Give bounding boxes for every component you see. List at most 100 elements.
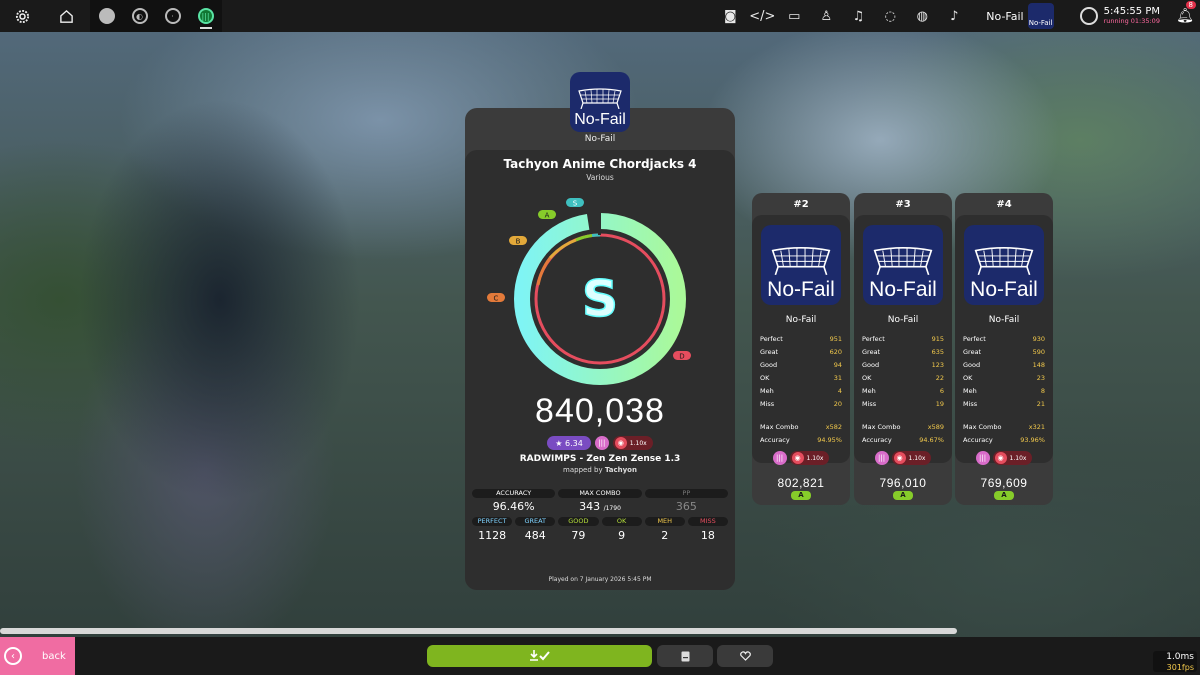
grade-marker-s: S bbox=[566, 198, 584, 208]
card-stat-label: Meh bbox=[862, 387, 876, 395]
code-icon: </> bbox=[749, 8, 776, 24]
settings-button[interactable] bbox=[0, 0, 44, 32]
rate-mod-badge[interactable]: ◉ 1.10x bbox=[612, 436, 653, 450]
leaderboard-card[interactable]: #2 No-Fail No-Fail Perfect 951 Great 620 G… bbox=[752, 193, 850, 505]
leaderboard-card[interactable]: #3 No-Fail No-Fail Perfect 915 Great 635 G… bbox=[854, 193, 952, 505]
card-stat-value: 94 bbox=[833, 361, 842, 369]
judge-label-ok: OK bbox=[601, 517, 642, 526]
dashboard-button[interactable]: ◍ bbox=[906, 0, 938, 32]
card-combo-label: Max Combo bbox=[760, 423, 799, 431]
mania-icon: ||| bbox=[775, 454, 784, 462]
card-stat-value: 148 bbox=[1032, 361, 1045, 369]
ruleset-mania-button[interactable]: ||| bbox=[189, 0, 222, 32]
card-stat-row: Meh 8 bbox=[963, 385, 1045, 398]
favourite-button[interactable] bbox=[717, 645, 773, 667]
card-combo-row: Max Combo x321 bbox=[963, 421, 1045, 434]
card-stat-row: Great 620 bbox=[760, 346, 842, 359]
grade-marker-c-text: C bbox=[494, 295, 499, 303]
now-playing-button[interactable]: ♪ bbox=[938, 0, 970, 32]
card-stat-row: Meh 6 bbox=[862, 385, 944, 398]
back-button[interactable]: ‹ back bbox=[0, 637, 75, 675]
card-score: 802,821 bbox=[777, 476, 825, 490]
max-combo-total: /1790 bbox=[603, 505, 621, 512]
song-title: Tachyon Anime Chordjacks 4 bbox=[503, 157, 697, 171]
judge-label-great: GREAT bbox=[515, 517, 556, 526]
active-mod-badge[interactable]: No-Fail bbox=[1027, 3, 1054, 29]
card-mod-label: No-Fail bbox=[970, 278, 1038, 301]
beatmap-listing-button[interactable]: ♫ bbox=[842, 0, 874, 32]
card-stat-label: Good bbox=[862, 361, 880, 369]
horizontal-scrollbar[interactable] bbox=[0, 628, 957, 634]
card-stat-value: 21 bbox=[1036, 400, 1045, 408]
news-button[interactable]: ◙ bbox=[714, 0, 746, 32]
judge-value-perfect: 1128 bbox=[478, 529, 507, 542]
rate-value: 1.10x bbox=[806, 454, 824, 462]
card-stat-row: Meh 4 bbox=[760, 385, 842, 398]
card-stat-label: Miss bbox=[862, 400, 877, 408]
card-stat-label: Great bbox=[963, 348, 982, 356]
rate-mod-badge: ◉ 1.10x bbox=[891, 451, 932, 465]
rate-icon: ◉ bbox=[614, 437, 627, 449]
card-grade-badge: A bbox=[893, 491, 913, 500]
card-combo-value: x582 bbox=[825, 423, 842, 431]
card-accuracy-row: Accuracy 94.95% bbox=[760, 434, 842, 447]
ruleset-taiko-button[interactable]: ◐ bbox=[123, 0, 156, 32]
rss-icon: ◙ bbox=[723, 8, 737, 24]
taiko-ruleset-icon: ◐ bbox=[131, 8, 148, 24]
mania-mod-badge: ||| bbox=[874, 451, 889, 465]
clock[interactable]: 5:45:55 PM running 01:35:09 bbox=[1079, 7, 1160, 25]
mapper-name[interactable]: Tachyon bbox=[605, 466, 637, 474]
download-replay-button[interactable] bbox=[427, 645, 652, 667]
card-stat-label: Meh bbox=[760, 387, 774, 395]
card-stat-label: OK bbox=[760, 374, 770, 382]
notification-count: 8 bbox=[1185, 1, 1196, 9]
card-stat-value: 635 bbox=[931, 348, 944, 356]
max-combo-label: MAX COMBO bbox=[558, 489, 642, 498]
mod-icon-large[interactable]: No-Fail bbox=[570, 72, 630, 132]
home-button[interactable] bbox=[44, 0, 88, 32]
ruleset-selector: ◐ · ||| bbox=[90, 0, 222, 32]
ruleset-catch-button[interactable]: · bbox=[156, 0, 189, 32]
toolbar-right: ◙ </> ▭ ♙ ♫ ◌ ◍ ♪ No-Fail No-Fail 5:45:5… bbox=[714, 0, 1200, 32]
beatmap-info-button[interactable] bbox=[657, 645, 713, 667]
toolbar: ◐ · ||| ◙ </> ▭ ♙ ♫ ◌ ◍ ♪ No-Fail No-Fai… bbox=[0, 0, 1200, 32]
notifications-button[interactable]: 🔔︎ 8 bbox=[1170, 1, 1200, 24]
net-icon bbox=[771, 247, 831, 275]
song-artist: Various bbox=[586, 173, 614, 182]
grade-marker-s-text: S bbox=[573, 200, 578, 208]
fps-value: 301fps bbox=[1166, 663, 1194, 672]
accuracy-label: ACCURACY bbox=[472, 489, 556, 498]
grade-marker-b: B bbox=[509, 236, 527, 246]
rate-mod-badge: ◉ 1.10x bbox=[789, 451, 830, 465]
rankings-button[interactable]: ♙ bbox=[810, 0, 842, 32]
mania-icon: ||| bbox=[598, 439, 606, 447]
wiki-button[interactable]: ▭ bbox=[778, 0, 810, 32]
card-stat-row: Miss 19 bbox=[862, 398, 944, 411]
leaderboard-card[interactable]: #4 No-Fail No-Fail Perfect 930 Great 590 G… bbox=[955, 193, 1053, 505]
ruleset-osu-button[interactable] bbox=[90, 0, 123, 32]
bell-icon: 🔔︎ bbox=[1176, 8, 1194, 24]
card-combo-label: Max Combo bbox=[862, 423, 901, 431]
mania-ruleset-icon: ||| bbox=[197, 8, 214, 24]
card-rank: #4 bbox=[996, 199, 1012, 210]
beatmap-name: RADWIMPS - Zen Zen Zense 1.3 bbox=[519, 454, 681, 464]
card-stat-label: Miss bbox=[963, 400, 978, 408]
card-accuracy-value: 94.95% bbox=[817, 436, 842, 444]
judge-value-ok: 9 bbox=[618, 529, 626, 542]
changelog-button[interactable]: </> bbox=[746, 0, 778, 32]
chat-icon: ◌ bbox=[884, 8, 896, 24]
card-accuracy-value: 94.67% bbox=[919, 436, 944, 444]
mania-mod-badge[interactable]: ||| bbox=[594, 436, 609, 450]
grade-marker-d: D bbox=[673, 351, 691, 361]
grade-marker-a-text: A bbox=[545, 212, 550, 220]
judgement-stats: PERFECT 1128 GREAT 484 GOOD 79 OK 9 MEH 2 MIS… bbox=[472, 517, 728, 542]
beatmap-listing-icon: ♫ bbox=[852, 8, 865, 24]
card-stat-value: 23 bbox=[1036, 374, 1045, 382]
card-combo-row: Max Combo x589 bbox=[862, 421, 944, 434]
chat-button[interactable]: ◌ bbox=[874, 0, 906, 32]
card-stat-row: OK 22 bbox=[862, 372, 944, 385]
card-accuracy-label: Accuracy bbox=[760, 436, 790, 444]
card-stat-label: Great bbox=[862, 348, 881, 356]
grade-marker-b-text: B bbox=[516, 238, 521, 246]
card-stat-gap bbox=[963, 411, 1045, 421]
